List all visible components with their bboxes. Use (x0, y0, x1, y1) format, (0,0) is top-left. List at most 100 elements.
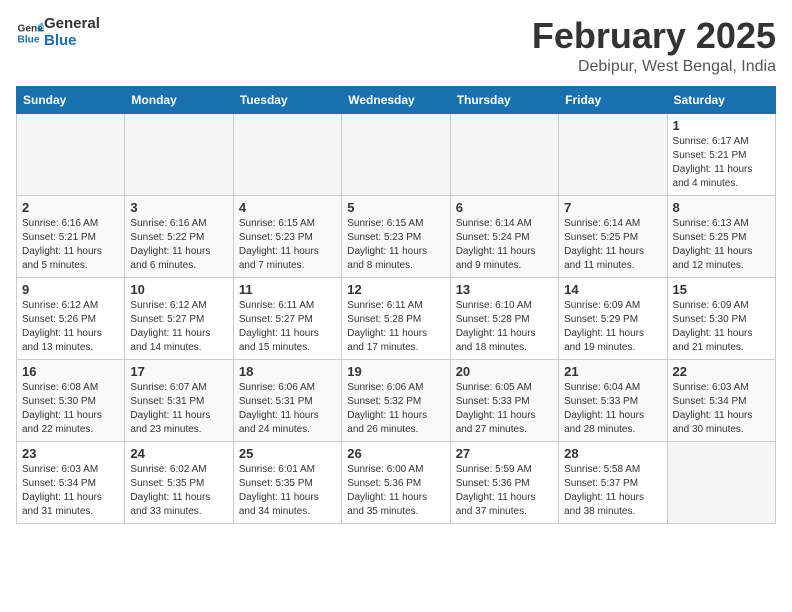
calendar-day-cell: 18 Sunrise: 6:06 AMSunset: 5:31 PMDayligh… (233, 359, 341, 441)
day-number: 4 (239, 200, 336, 215)
calendar-day-cell: 4 Sunrise: 6:15 AMSunset: 5:23 PMDaylight… (233, 195, 341, 277)
day-info: Sunrise: 5:59 AMSunset: 5:36 PMDaylight:… (456, 463, 553, 519)
day-number: 6 (456, 200, 553, 215)
weekday-header-friday: Friday (559, 86, 667, 113)
day-info: Sunrise: 6:15 AMSunset: 5:23 PMDaylight:… (347, 217, 444, 273)
day-info: Sunrise: 6:16 AMSunset: 5:22 PMDaylight:… (130, 217, 227, 273)
day-info: Sunrise: 6:12 AMSunset: 5:27 PMDaylight:… (130, 299, 227, 355)
calendar-day-cell: 17 Sunrise: 6:07 AMSunset: 5:31 PMDayligh… (125, 359, 233, 441)
calendar-day-cell: 19 Sunrise: 6:06 AMSunset: 5:32 PMDayligh… (342, 359, 450, 441)
calendar-day-cell: 13Sunrise: 6:10 AMSunset: 5:28 PMDayligh… (450, 277, 558, 359)
weekday-header-row: SundayMondayTuesdayWednesdayThursdayFrid… (17, 86, 776, 113)
calendar-day-cell: 5 Sunrise: 6:15 AMSunset: 5:23 PMDaylight… (342, 195, 450, 277)
logo-blue: Blue (44, 33, 100, 50)
calendar-day-cell: 20 Sunrise: 6:05 AMSunset: 5:33 PMDayligh… (450, 359, 558, 441)
day-number: 12 (347, 282, 444, 297)
calendar-day-cell: 21Sunrise: 6:04 AMSunset: 5:33 PMDayligh… (559, 359, 667, 441)
day-number: 5 (347, 200, 444, 215)
day-info: Sunrise: 6:08 AMSunset: 5:30 PMDaylight:… (22, 381, 119, 437)
day-number: 16 (22, 364, 119, 379)
calendar-day-cell: 10 Sunrise: 6:12 AMSunset: 5:27 PMDayligh… (125, 277, 233, 359)
day-number: 3 (130, 200, 227, 215)
day-number: 18 (239, 364, 336, 379)
calendar-day-cell: 9Sunrise: 6:12 AMSunset: 5:26 PMDaylight… (17, 277, 125, 359)
calendar-week-row: 16 Sunrise: 6:08 AMSunset: 5:30 PMDayligh… (17, 359, 776, 441)
logo: General Blue General Blue (16, 16, 100, 49)
day-info: Sunrise: 5:58 AMSunset: 5:37 PMDaylight:… (564, 463, 661, 519)
calendar-day-cell: 16 Sunrise: 6:08 AMSunset: 5:30 PMDayligh… (17, 359, 125, 441)
calendar-day-cell (125, 113, 233, 195)
weekday-header-monday: Monday (125, 86, 233, 113)
day-info: Sunrise: 6:09 AMSunset: 5:29 PMDaylight:… (564, 299, 661, 355)
calendar-day-cell: 12Sunrise: 6:11 AMSunset: 5:28 PMDayligh… (342, 277, 450, 359)
logo-general: General (44, 16, 100, 33)
weekday-header-tuesday: Tuesday (233, 86, 341, 113)
day-number: 8 (673, 200, 770, 215)
weekday-header-saturday: Saturday (667, 86, 775, 113)
day-number: 14 (564, 282, 661, 297)
title-block: February 2025 Debipur, West Bengal, Indi… (532, 16, 776, 76)
calendar-day-cell: 6Sunrise: 6:14 AMSunset: 5:24 PMDaylight… (450, 195, 558, 277)
calendar-table: SundayMondayTuesdayWednesdayThursdayFrid… (16, 86, 776, 524)
day-number: 7 (564, 200, 661, 215)
calendar-day-cell: 3 Sunrise: 6:16 AMSunset: 5:22 PMDaylight… (125, 195, 233, 277)
day-info: Sunrise: 6:07 AMSunset: 5:31 PMDaylight:… (130, 381, 227, 437)
day-info: Sunrise: 6:06 AMSunset: 5:32 PMDaylight:… (347, 381, 444, 437)
calendar-day-cell (233, 113, 341, 195)
day-info: Sunrise: 6:00 AMSunset: 5:36 PMDaylight:… (347, 463, 444, 519)
logo-icon: General Blue (16, 19, 44, 47)
calendar-day-cell: 23 Sunrise: 6:03 AMSunset: 5:34 PMDayligh… (17, 441, 125, 523)
weekday-header-wednesday: Wednesday (342, 86, 450, 113)
calendar-day-cell: 7Sunrise: 6:14 AMSunset: 5:25 PMDaylight… (559, 195, 667, 277)
calendar-week-row: 1Sunrise: 6:17 AMSunset: 5:21 PMDaylight… (17, 113, 776, 195)
day-info: Sunrise: 6:05 AMSunset: 5:33 PMDaylight:… (456, 381, 553, 437)
day-number: 26 (347, 446, 444, 461)
day-number: 10 (130, 282, 227, 297)
day-info: Sunrise: 6:17 AMSunset: 5:21 PMDaylight:… (673, 135, 770, 191)
svg-text:Blue: Blue (18, 34, 40, 45)
calendar-day-cell: 8 Sunrise: 6:13 AMSunset: 5:25 PMDaylight… (667, 195, 775, 277)
day-info: Sunrise: 6:04 AMSunset: 5:33 PMDaylight:… (564, 381, 661, 437)
day-number: 28 (564, 446, 661, 461)
calendar-day-cell: 25 Sunrise: 6:01 AMSunset: 5:35 PMDayligh… (233, 441, 341, 523)
day-info: Sunrise: 6:03 AMSunset: 5:34 PMDaylight:… (22, 463, 119, 519)
calendar-day-cell: 11 Sunrise: 6:11 AMSunset: 5:27 PMDayligh… (233, 277, 341, 359)
calendar-day-cell (450, 113, 558, 195)
calendar-week-row: 2 Sunrise: 6:16 AMSunset: 5:21 PMDaylight… (17, 195, 776, 277)
day-info: Sunrise: 6:15 AMSunset: 5:23 PMDaylight:… (239, 217, 336, 273)
location-title: Debipur, West Bengal, India (532, 58, 776, 76)
day-info: Sunrise: 6:02 AMSunset: 5:35 PMDaylight:… (130, 463, 227, 519)
calendar-day-cell: 27Sunrise: 5:59 AMSunset: 5:36 PMDayligh… (450, 441, 558, 523)
day-number: 25 (239, 446, 336, 461)
day-number: 11 (239, 282, 336, 297)
day-number: 19 (347, 364, 444, 379)
day-info: Sunrise: 6:09 AMSunset: 5:30 PMDaylight:… (673, 299, 770, 355)
day-info: Sunrise: 6:06 AMSunset: 5:31 PMDaylight:… (239, 381, 336, 437)
calendar-day-cell: 15Sunrise: 6:09 AMSunset: 5:30 PMDayligh… (667, 277, 775, 359)
day-info: Sunrise: 6:13 AMSunset: 5:25 PMDaylight:… (673, 217, 770, 273)
calendar-day-cell: 14 Sunrise: 6:09 AMSunset: 5:29 PMDayligh… (559, 277, 667, 359)
day-info: Sunrise: 6:12 AMSunset: 5:26 PMDaylight:… (22, 299, 119, 355)
calendar-day-cell (559, 113, 667, 195)
day-number: 23 (22, 446, 119, 461)
calendar-day-cell (17, 113, 125, 195)
calendar-day-cell: 28 Sunrise: 5:58 AMSunset: 5:37 PMDayligh… (559, 441, 667, 523)
calendar-day-cell: 1Sunrise: 6:17 AMSunset: 5:21 PMDaylight… (667, 113, 775, 195)
day-number: 17 (130, 364, 227, 379)
calendar-week-row: 9Sunrise: 6:12 AMSunset: 5:26 PMDaylight… (17, 277, 776, 359)
calendar-day-cell: 22Sunrise: 6:03 AMSunset: 5:34 PMDayligh… (667, 359, 775, 441)
day-number: 2 (22, 200, 119, 215)
day-info: Sunrise: 6:03 AMSunset: 5:34 PMDaylight:… (673, 381, 770, 437)
day-info: Sunrise: 6:11 AMSunset: 5:27 PMDaylight:… (239, 299, 336, 355)
calendar-day-cell (342, 113, 450, 195)
weekday-header-sunday: Sunday (17, 86, 125, 113)
month-title: February 2025 (532, 16, 776, 56)
day-info: Sunrise: 6:01 AMSunset: 5:35 PMDaylight:… (239, 463, 336, 519)
day-number: 20 (456, 364, 553, 379)
calendar-day-cell: 2 Sunrise: 6:16 AMSunset: 5:21 PMDaylight… (17, 195, 125, 277)
day-info: Sunrise: 6:16 AMSunset: 5:21 PMDaylight:… (22, 217, 119, 273)
weekday-header-thursday: Thursday (450, 86, 558, 113)
calendar-day-cell (667, 441, 775, 523)
day-info: Sunrise: 6:10 AMSunset: 5:28 PMDaylight:… (456, 299, 553, 355)
calendar-day-cell: 24Sunrise: 6:02 AMSunset: 5:35 PMDayligh… (125, 441, 233, 523)
